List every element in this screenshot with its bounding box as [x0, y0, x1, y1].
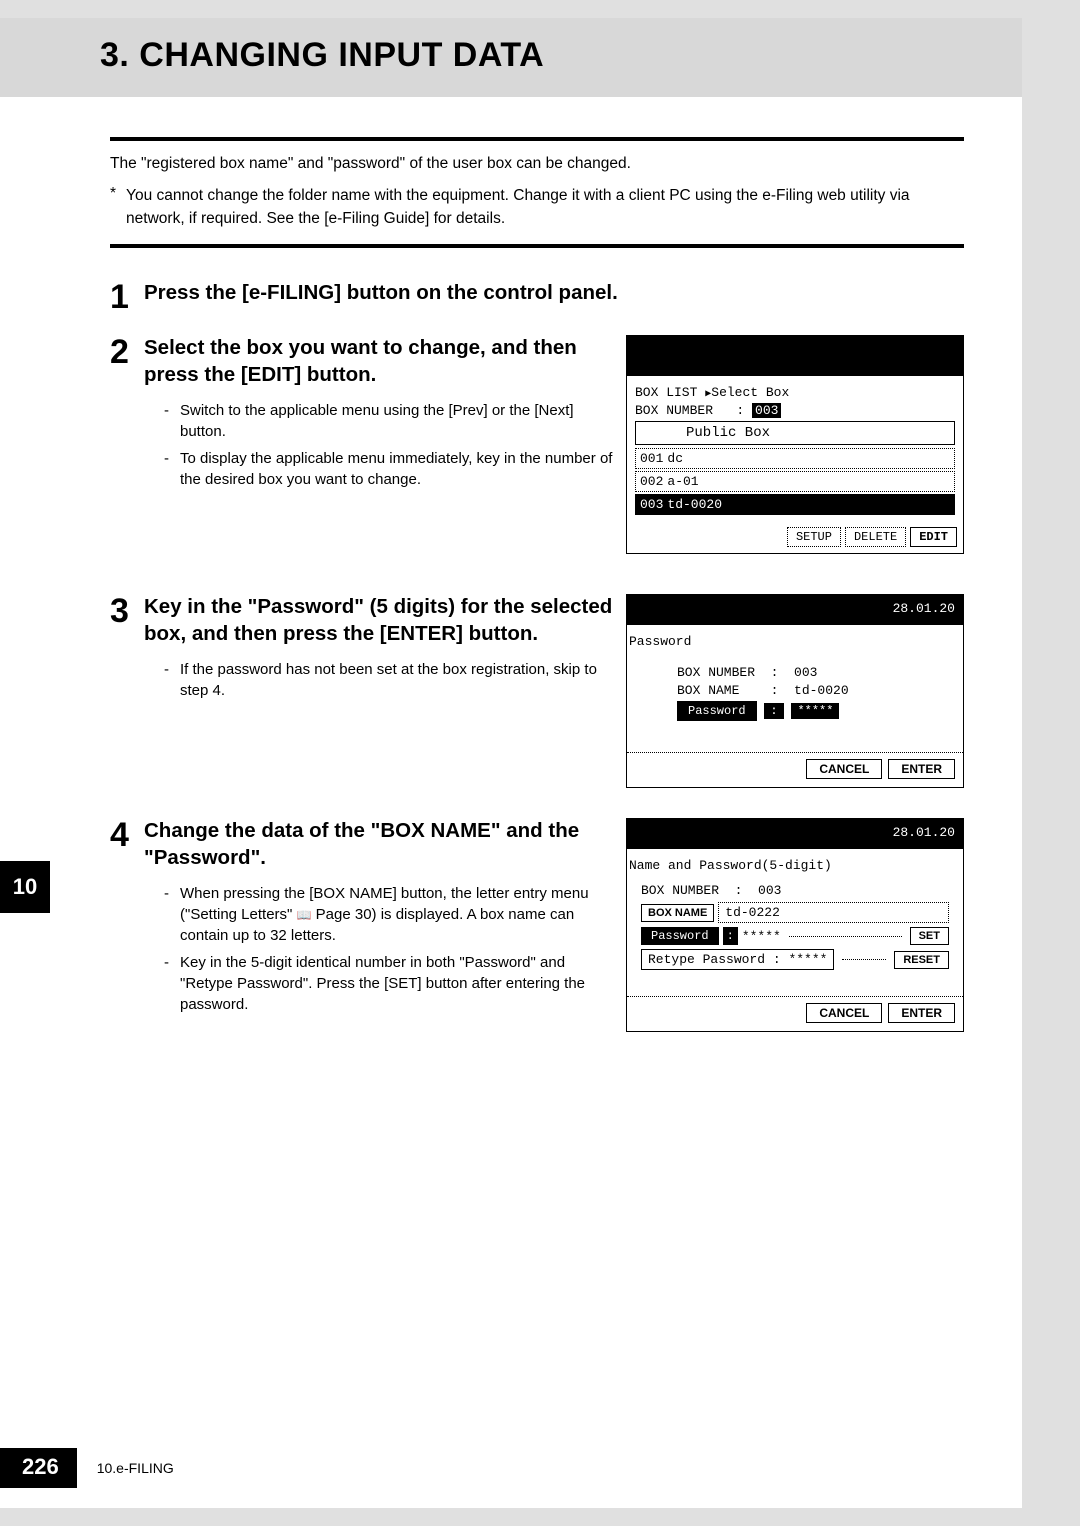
step-1: 1 Press the [e-FILING] button on the con… [110, 280, 964, 319]
breadcrumb: BOX LIST ▶Select Box [635, 385, 955, 400]
bullet: To display the applicable menu immediate… [164, 448, 616, 490]
note-text: You cannot change the folder name with t… [126, 185, 962, 230]
page: 3. CHANGING INPUT DATA The "registered b… [0, 18, 1022, 1508]
bullet: Key in the 5-digit identical number in b… [164, 952, 616, 1015]
public-box-label: Public Box [686, 425, 770, 441]
box-id: 002 [640, 474, 663, 489]
edit-button[interactable]: EDIT [910, 527, 957, 547]
screen-titlebar: 28.01.20 [627, 595, 963, 625]
cancel-button[interactable]: CANCEL [806, 759, 882, 779]
password-value: ***** [742, 929, 781, 944]
header-band: 3. CHANGING INPUT DATA [0, 18, 1022, 97]
box-name: dc [667, 451, 683, 466]
screen-titlebar: 28.01.20 [627, 819, 963, 849]
password-colon: : [764, 703, 783, 719]
retype-password-row: Retype Password : ***** RESET [641, 949, 949, 970]
password-row[interactable]: Password : ***** [677, 701, 945, 721]
screen-titlebar [627, 336, 963, 376]
box-row-002[interactable]: 002 a-01 [635, 471, 955, 492]
screen-step4: 28.01.20 Name and Password(5-digit) BOX … [626, 818, 964, 1032]
box-number-row: BOX NUMBER : 003 [635, 403, 955, 418]
screen-step2: BOX LIST ▶Select Box BOX NUMBER : 003 Pu… [626, 335, 964, 554]
value: td-0020 [794, 683, 849, 698]
value: 003 [758, 883, 781, 898]
book-icon: 📖 [297, 908, 312, 922]
connector [842, 959, 886, 960]
enter-button[interactable]: ENTER [888, 759, 955, 779]
step-number: 4 [110, 818, 134, 1032]
retype-label: Retype Password : ***** [641, 949, 834, 970]
step-number: 1 [110, 280, 134, 319]
page-footer: 226 10.e-FILING [0, 1448, 174, 1488]
page-number: 226 [0, 1448, 77, 1488]
step-title: Select the box you want to change, and t… [144, 335, 616, 388]
password-label[interactable]: Password [641, 927, 719, 945]
password-title: Password [629, 634, 955, 649]
screen-step3: 28.01.20 Password BOX NUMBER : 003 BOX N… [626, 594, 964, 788]
enter-button[interactable]: ENTER [888, 1003, 955, 1023]
set-button[interactable]: SET [910, 927, 949, 945]
cancel-button[interactable]: CANCEL [806, 1003, 882, 1023]
colon: : [723, 927, 738, 945]
note-row: * You cannot change the folder name with… [110, 185, 962, 230]
step-number: 2 [110, 335, 134, 554]
asterisk: * [110, 185, 116, 230]
step-title: Key in the "Password" (5 digits) for the… [144, 594, 616, 647]
connector [789, 936, 902, 937]
password-label: Password [677, 701, 757, 721]
breadcrumb-b: Select Box [711, 385, 789, 400]
password-value: ***** [791, 703, 839, 719]
password-row: Password : ***** SET [641, 927, 949, 945]
step-bullets: Switch to the applicable menu using the … [144, 400, 616, 490]
setup-button[interactable]: SETUP [787, 527, 841, 547]
box-number-row: BOX NUMBER : 003 [641, 883, 949, 898]
box-row-001[interactable]: 001 dc [635, 448, 955, 469]
intro-text: The "registered box name" and "password"… [110, 153, 962, 175]
footer-section: 10.e-FILING [97, 1460, 174, 1476]
content-column: The "registered box name" and "password"… [0, 97, 1022, 1032]
label: BOX NUMBER [641, 883, 719, 898]
screen-date: 28.01.20 [893, 825, 955, 840]
box-number-row: BOX NUMBER : 003 [677, 665, 945, 680]
reset-button[interactable]: RESET [894, 951, 949, 969]
box-name-row: BOX NAME td-0222 [641, 902, 949, 923]
boxname-button[interactable]: BOX NAME [641, 904, 714, 922]
box-name-row: BOX NAME : td-0020 [677, 683, 945, 698]
bullet: If the password has not been set at the … [164, 659, 616, 701]
retype-value: ***** [788, 952, 827, 967]
step-2: 2 Select the box you want to change, and… [110, 335, 964, 554]
step-bullets: If the password has not been set at the … [144, 659, 616, 701]
screen-date: 28.01.20 [893, 601, 955, 616]
rule-top [110, 137, 964, 141]
boxnum-label: BOX NUMBER [635, 403, 713, 418]
step-4: 4 Change the data of the "BOX NAME" and … [110, 818, 964, 1032]
box-row-003-selected[interactable]: 003 td-0020 [635, 494, 955, 515]
label: BOX NAME [677, 683, 739, 698]
step-bullets: When pressing the [BOX NAME] button, the… [144, 883, 616, 1015]
delete-button[interactable]: DELETE [845, 527, 906, 547]
chapter-tab: 10 [0, 861, 50, 913]
label: BOX NUMBER [677, 665, 755, 680]
section-title: 3. CHANGING INPUT DATA [100, 36, 962, 75]
box-name: a-01 [667, 474, 698, 489]
box-id: 001 [640, 451, 663, 466]
boxname-input[interactable]: td-0222 [718, 902, 949, 923]
breadcrumb-a: BOX LIST [635, 385, 697, 400]
value: 003 [794, 665, 817, 680]
retype-label-text: Retype Password [648, 952, 765, 967]
step-number: 3 [110, 594, 134, 788]
step-title: Change the data of the "BOX NAME" and th… [144, 818, 616, 871]
box-id: 003 [640, 497, 663, 512]
step-title: Press the [e-FILING] button on the contr… [144, 280, 964, 307]
name-password-title: Name and Password(5-digit) [629, 858, 955, 873]
rule-bottom [110, 244, 964, 248]
box-name: td-0020 [667, 497, 722, 512]
public-box-row[interactable]: Public Box [635, 421, 955, 445]
step-3: 3 Key in the "Password" (5 digits) for t… [110, 594, 964, 788]
bullet: Switch to the applicable menu using the … [164, 400, 616, 442]
boxnum-value: 003 [752, 403, 781, 418]
bullet: When pressing the [BOX NAME] button, the… [164, 883, 616, 946]
